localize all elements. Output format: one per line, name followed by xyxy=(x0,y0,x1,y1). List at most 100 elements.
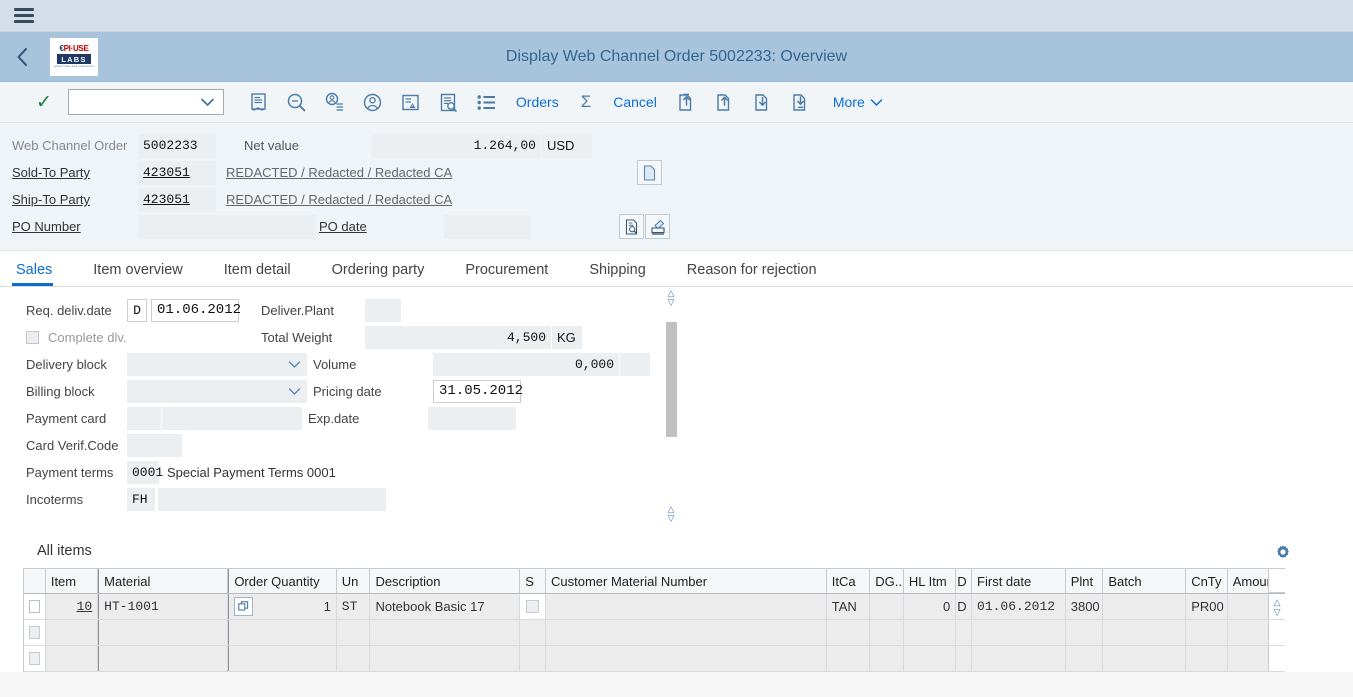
column-header-d[interactable]: D xyxy=(956,569,972,593)
row-select-checkbox[interactable] xyxy=(24,620,46,645)
cell-order-quantity[interactable] xyxy=(228,646,336,671)
sold-to-party-label[interactable]: Sold-To Party xyxy=(0,165,138,180)
po-number-label[interactable]: PO Number xyxy=(0,219,138,234)
cell-customer-material-number[interactable] xyxy=(546,620,827,645)
cell-un[interactable] xyxy=(337,620,371,645)
column-header-material[interactable]: Material xyxy=(98,569,228,593)
column-header-description[interactable]: Description xyxy=(370,569,520,593)
column-header-customer-material-number[interactable]: Customer Material Number xyxy=(546,569,827,593)
cell-amount[interactable] xyxy=(1228,646,1269,671)
tab-ordering-party[interactable]: Ordering party xyxy=(330,262,442,286)
column-header-select[interactable] xyxy=(24,569,46,593)
cell-hl-itm[interactable] xyxy=(904,646,956,671)
scrollbar-thumb[interactable] xyxy=(666,322,677,437)
items-grid-scrollbar[interactable]: △ ▽ xyxy=(1268,594,1285,619)
command-field-select[interactable] xyxy=(68,89,224,115)
cell-first-date[interactable] xyxy=(972,646,1066,671)
cell-hl-itm[interactable]: 0 xyxy=(904,594,956,619)
column-header-first-date[interactable]: First date xyxy=(972,569,1066,593)
web-channel-order-value[interactable]: 5002233 xyxy=(138,134,216,158)
cell-amount[interactable] xyxy=(1228,620,1269,645)
ship-to-party-description[interactable]: REDACTED / Redacted / Redacted CA xyxy=(226,192,452,207)
cell-plnt[interactable]: 3800 xyxy=(1066,594,1104,619)
person-circle-icon[interactable] xyxy=(354,86,392,118)
more-actions-button[interactable]: More xyxy=(819,94,891,110)
total-weight-value[interactable]: 4,500 xyxy=(365,326,551,349)
confirm-checkmark-icon[interactable]: ✓ xyxy=(36,93,52,112)
cell-hl-itm[interactable] xyxy=(904,620,956,645)
cell-first-date[interactable]: 01.06.2012 xyxy=(972,594,1066,619)
tab-shipping[interactable]: Shipping xyxy=(587,262,662,286)
search-magnifier-icon[interactable] xyxy=(278,86,316,118)
cell-material[interactable] xyxy=(98,646,228,671)
cell-cnty[interactable] xyxy=(1186,620,1228,645)
orders-list-icon[interactable] xyxy=(468,86,506,118)
column-header-itca[interactable]: ItCa xyxy=(827,569,870,593)
payment-card-value[interactable] xyxy=(162,407,302,430)
volume-unit[interactable] xyxy=(620,353,650,376)
cell-description[interactable] xyxy=(370,646,520,671)
column-header-batch[interactable]: Batch xyxy=(1103,569,1186,593)
cell-description[interactable]: Notebook Basic 17 xyxy=(370,594,520,619)
next-document-icon[interactable] xyxy=(743,86,781,118)
tab-item-detail[interactable]: Item detail xyxy=(222,262,308,286)
first-document-icon[interactable] xyxy=(667,86,705,118)
scroll-page-down-icon[interactable]: ▽ xyxy=(668,514,675,523)
document-inspect-icon[interactable] xyxy=(430,86,468,118)
po-date-value[interactable] xyxy=(444,215,531,239)
item-number-link[interactable]: 10 xyxy=(77,599,93,614)
exp-date-value[interactable] xyxy=(428,407,516,430)
column-header-plnt[interactable]: Plnt xyxy=(1066,569,1104,593)
total-weight-unit[interactable]: KG xyxy=(552,326,582,349)
sold-to-party-value[interactable]: 423051 xyxy=(138,161,216,185)
cell-s-checkbox[interactable] xyxy=(520,620,546,645)
cell-order-quantity[interactable] xyxy=(228,620,336,645)
cell-un[interactable] xyxy=(337,646,371,671)
cell-cnty[interactable] xyxy=(1186,646,1228,671)
cancel-button[interactable]: Cancel xyxy=(603,94,667,110)
column-header-amount[interactable]: Amount xyxy=(1228,569,1269,593)
cell-cnty[interactable]: PR00 xyxy=(1186,594,1228,619)
tab-item-overview[interactable]: Item overview xyxy=(91,262,199,286)
row-select-checkbox[interactable] xyxy=(24,594,46,619)
partner-list-icon[interactable] xyxy=(316,86,354,118)
deliver-plant-value[interactable] xyxy=(365,299,401,322)
payment-card-type[interactable] xyxy=(127,407,161,430)
cell-itca[interactable]: TAN xyxy=(827,594,870,619)
cell-customer-material-number[interactable] xyxy=(546,594,827,619)
cell-dg[interactable] xyxy=(870,620,904,645)
net-value-currency[interactable]: USD xyxy=(542,134,592,158)
req-deliv-date-value[interactable]: 01.06.2012 xyxy=(151,299,239,322)
gear-icon[interactable] xyxy=(1275,544,1291,563)
cell-plnt[interactable] xyxy=(1066,620,1104,645)
cell-itca[interactable] xyxy=(827,646,870,671)
column-header-item[interactable]: Item xyxy=(46,569,98,593)
cell-amount[interactable] xyxy=(1228,594,1269,619)
ship-to-party-value[interactable]: 423051 xyxy=(138,188,216,212)
cell-itca[interactable] xyxy=(827,620,870,645)
cell-batch[interactable] xyxy=(1103,594,1186,619)
cell-material[interactable] xyxy=(98,620,228,645)
column-header-un[interactable]: Un xyxy=(337,569,371,593)
orders-button[interactable]: Orders xyxy=(506,94,569,110)
table-row[interactable] xyxy=(24,620,1285,646)
cell-d[interactable] xyxy=(956,620,972,645)
document-receipt-icon[interactable] xyxy=(240,86,278,118)
row-select-checkbox[interactable] xyxy=(24,646,46,671)
cell-s-checkbox[interactable] xyxy=(520,646,546,671)
table-row[interactable] xyxy=(24,646,1285,672)
chevron-down-icon[interactable]: ▽ xyxy=(1274,608,1281,616)
cell-material[interactable]: HT-1001 xyxy=(98,594,228,619)
cell-un[interactable]: ST xyxy=(337,594,371,619)
order-quantity-value[interactable]: 1 xyxy=(324,599,331,614)
cell-description[interactable] xyxy=(370,620,520,645)
cell-batch[interactable] xyxy=(1103,646,1186,671)
payment-terms-code[interactable]: 0001 xyxy=(127,461,159,484)
cell-plnt[interactable] xyxy=(1066,646,1104,671)
incoterms-code[interactable]: FH xyxy=(127,488,155,511)
billing-block-select[interactable] xyxy=(127,380,307,403)
column-header-hl-itm[interactable]: HL Itm xyxy=(904,569,956,593)
cell-dg[interactable] xyxy=(870,646,904,671)
status-overview-icon[interactable] xyxy=(392,86,430,118)
complete-dlv-checkbox[interactable] xyxy=(26,331,39,344)
